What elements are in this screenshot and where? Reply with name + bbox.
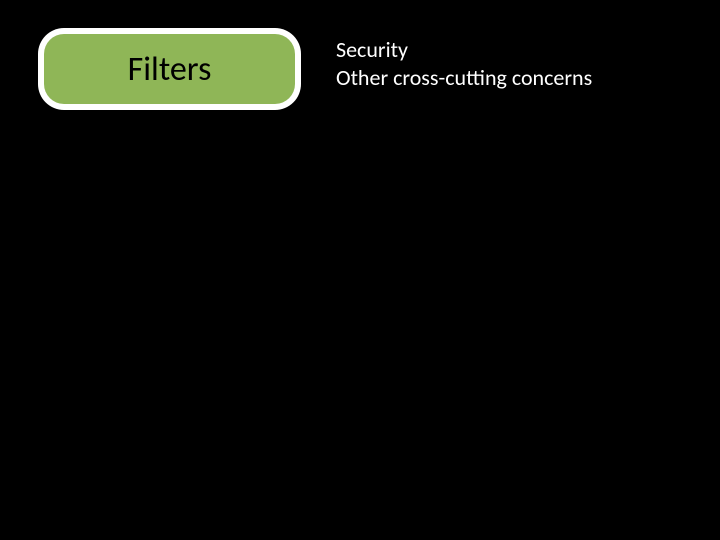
description-line-2: Other cross-cutting concerns: [336, 64, 592, 92]
filters-badge: Filters: [38, 28, 301, 110]
description-block: Security Other cross-cutting concerns: [336, 36, 592, 91]
filters-badge-inner: Filters: [44, 34, 295, 104]
filters-title: Filters: [128, 49, 212, 90]
description-line-1: Security: [336, 36, 592, 64]
